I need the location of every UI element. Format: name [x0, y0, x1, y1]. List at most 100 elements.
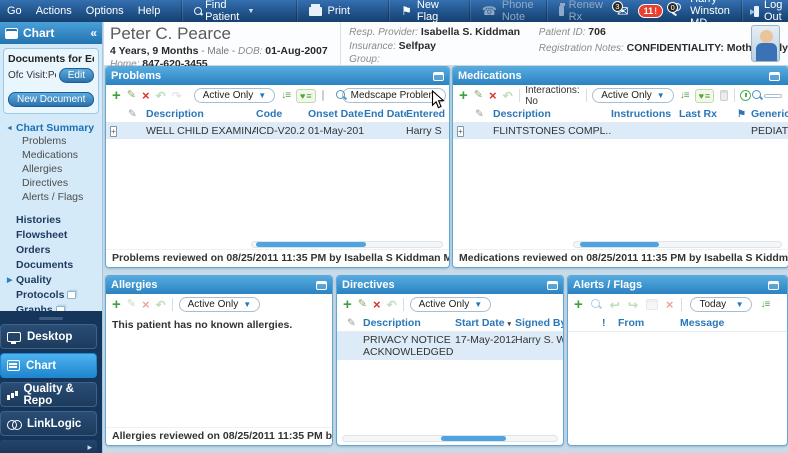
problems-hscrollbar[interactable] — [251, 241, 443, 248]
log-out-button[interactable]: Log Out — [741, 0, 788, 22]
problems-filter-dropdown[interactable]: Active Only▼ — [194, 88, 276, 103]
note-icon[interactable] — [646, 299, 658, 310]
add-allergy-button[interactable]: + — [112, 297, 121, 312]
allergies-panel-header[interactable]: Allergies — [106, 276, 332, 294]
current-user-label[interactable]: Harry Winston MD — [690, 0, 730, 29]
print-button[interactable]: Print — [296, 0, 362, 22]
sort-icon[interactable]: ↓≡ — [680, 91, 689, 101]
edit-problem-button[interactable]: ✎ — [127, 90, 136, 101]
expand-row-icon[interactable]: + — [110, 126, 117, 137]
medications-filter-dropdown[interactable]: Active Only▼ — [592, 88, 674, 103]
sort-icon[interactable]: ↓≡ — [281, 91, 290, 101]
sidebar-item-histories[interactable]: Histories — [6, 212, 102, 227]
reference-search-icon[interactable] — [752, 90, 758, 101]
col-entered[interactable]: Entered — [406, 108, 449, 120]
col-onset-date[interactable]: Onset Date — [308, 108, 364, 120]
sidebar-header-chart[interactable]: Chart « — [0, 22, 102, 44]
medscape-problem-button[interactable]: Medscape Problem — [342, 88, 446, 103]
undo-icon[interactable]: ↶ — [156, 90, 166, 102]
delete-problem-button[interactable]: × — [142, 89, 150, 102]
edit-button[interactable]: Edit — [59, 68, 94, 83]
renew-rx-button[interactable]: Renew Rx — [546, 0, 617, 22]
maximize-icon[interactable] — [768, 281, 779, 290]
maximize-icon[interactable] — [769, 72, 780, 81]
patient-photo[interactable] — [751, 25, 780, 62]
directives-hscrollbar[interactable] — [342, 435, 558, 442]
sidebar-item-orders[interactable]: Orders — [6, 242, 102, 257]
edit-directive-button[interactable]: ✎ — [358, 299, 367, 310]
favorites-list-icon[interactable]: ♥≡ — [695, 89, 715, 103]
col-instructions[interactable]: Instructions — [611, 108, 679, 120]
find-patient-button[interactable]: Find Patient ▼ — [181, 0, 266, 22]
allergies-filter-dropdown[interactable]: Active Only▼ — [179, 297, 261, 312]
medications-hscrollbar[interactable] — [573, 241, 782, 248]
col-end-date[interactable]: End Date — [364, 108, 406, 120]
sidebar-item-allergies[interactable]: Allergies — [6, 162, 102, 176]
nav-more-bar[interactable]: ▸ — [0, 440, 97, 453]
sidebar-item-protocols[interactable]: Protocols — [6, 287, 102, 302]
new-document-button[interactable]: New Document — [8, 92, 94, 107]
maximize-icon[interactable] — [547, 281, 558, 290]
maximize-icon[interactable] — [433, 72, 444, 81]
col-generic[interactable]: Generic — [751, 108, 788, 120]
col-priority[interactable]: ! — [602, 317, 618, 329]
nav-quality-reports-button[interactable]: Quality & Repo — [0, 382, 97, 407]
undo-icon[interactable]: ↶ — [387, 299, 397, 311]
undo-icon[interactable]: ↶ — [156, 299, 166, 311]
expand-row-icon[interactable]: + — [457, 126, 464, 137]
alerts-filter-dropdown[interactable]: Today▼ — [690, 297, 752, 312]
sidebar-item-alerts-flags[interactable]: Alerts / Flags — [6, 190, 102, 204]
sidebar-item-directives[interactable]: Directives — [6, 176, 102, 190]
delete-allergy-button[interactable]: × — [142, 298, 150, 311]
problem-row[interactable]: + WELL CHILD EXAMINATION ICD-V20.2 01-Ma… — [106, 123, 449, 139]
history-clock-icon[interactable] — [740, 90, 746, 101]
new-flag-button[interactable]: ⚑ New Flag — [388, 0, 451, 22]
directives-panel-header[interactable]: Directives — [337, 276, 563, 294]
nav-resize-handle[interactable] — [39, 317, 63, 320]
medications-panel-header[interactable]: Medications — [453, 67, 788, 85]
sidebar-item-documents[interactable]: Documents — [6, 257, 102, 272]
maximize-icon[interactable] — [316, 281, 327, 290]
sidebar-item-medications[interactable]: Medications — [6, 148, 102, 162]
phone-note-button[interactable]: ☎ Phone Note — [469, 0, 546, 22]
chevron-down-icon[interactable]: ▼ — [248, 8, 255, 15]
directives-filter-dropdown[interactable]: Active Only▼ — [410, 297, 492, 312]
menu-go[interactable]: Go — [0, 5, 29, 17]
col-from[interactable]: From — [618, 317, 680, 329]
medication-row[interactable]: + FLINTSTONES COMPL... PEDIATRIC — [453, 123, 788, 139]
nav-desktop-button[interactable]: Desktop — [0, 324, 97, 349]
nav-linklogic-button[interactable]: LinkLogic — [0, 411, 97, 436]
col-description[interactable]: Description — [493, 108, 611, 120]
delete-medication-button[interactable]: × — [489, 89, 497, 102]
sidebar-item-problems[interactable]: Problems — [6, 134, 102, 148]
col-signed-by[interactable]: Signed By — [515, 317, 563, 329]
add-medication-button[interactable]: + — [459, 88, 468, 103]
undo-icon[interactable]: ↶ — [503, 90, 513, 102]
favorites-list-icon[interactable]: ♥≡ — [296, 89, 316, 103]
reply-icon[interactable]: ↩ — [610, 299, 620, 311]
alerts-panel-header[interactable]: Alerts / Flags — [568, 276, 787, 294]
problems-panel-header[interactable]: Problems — [106, 67, 449, 85]
directive-row[interactable]: PRIVACY NOTICE ACKNOWLEDGED 17-May-2012 … — [337, 332, 563, 360]
sort-icon[interactable]: ↓≡ — [760, 300, 769, 310]
clipped-button[interactable] — [764, 94, 782, 98]
sidebar-item-flowsheet[interactable]: Flowsheet — [6, 227, 102, 242]
sidebar-item-quality[interactable]: ▶Quality — [6, 272, 102, 287]
delete-alert-button[interactable]: × — [666, 298, 674, 311]
menu-actions[interactable]: Actions — [29, 5, 79, 17]
inbox-button[interactable]: ✉ 3 — [617, 4, 629, 19]
sign-queue-button[interactable]: 0 — [672, 5, 681, 17]
col-description[interactable]: Description — [146, 108, 256, 120]
forward-icon[interactable]: ↪ — [628, 299, 638, 311]
add-problem-button[interactable]: + — [112, 88, 121, 103]
col-last-rx[interactable]: Last Rx — [679, 108, 737, 120]
col-message[interactable]: Message — [680, 317, 787, 329]
alert-count-badge[interactable]: 11! — [638, 4, 664, 18]
sidebar-item-graphs[interactable]: Graphs — [6, 302, 102, 311]
add-directive-button[interactable]: + — [343, 297, 352, 312]
collapse-sidebar-icon[interactable]: « — [90, 26, 97, 40]
redo-icon[interactable]: ↷ — [172, 90, 182, 102]
view-alert-icon[interactable] — [591, 299, 602, 310]
edit-medication-button[interactable]: ✎ — [474, 90, 483, 101]
col-description[interactable]: Description — [363, 317, 455, 329]
